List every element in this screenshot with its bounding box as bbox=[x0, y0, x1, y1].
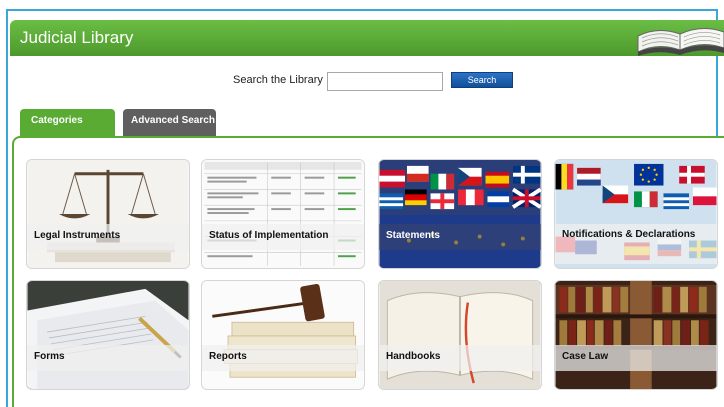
bookshelf-icon bbox=[555, 281, 717, 389]
flags-icon bbox=[379, 160, 541, 268]
category-case-law[interactable]: Case Law bbox=[554, 280, 718, 390]
tab-categories[interactable]: Categories bbox=[20, 109, 115, 137]
search-button[interactable]: Search bbox=[451, 72, 513, 88]
category-label: Handbooks bbox=[379, 345, 541, 371]
search-bar: Search the Library Search bbox=[0, 71, 724, 91]
category-label: Notifications & Declarations bbox=[555, 224, 717, 264]
category-forms[interactable]: Forms bbox=[26, 280, 190, 390]
gavel-books-icon bbox=[202, 281, 364, 389]
page-header: Judicial Library bbox=[10, 20, 724, 56]
category-label: Case Law bbox=[555, 345, 717, 371]
search-label: Search the Library bbox=[233, 74, 323, 86]
table-document-icon bbox=[202, 160, 364, 268]
category-label: Reports bbox=[202, 345, 364, 371]
category-label: Status of Implementation bbox=[202, 224, 364, 250]
category-label: Statements bbox=[379, 224, 541, 250]
category-label: Forms bbox=[27, 345, 189, 371]
search-input[interactable] bbox=[327, 72, 443, 91]
category-reports[interactable]: Reports bbox=[201, 280, 365, 390]
category-legal-instruments[interactable]: Legal Instruments bbox=[26, 159, 190, 269]
book-logo-icon bbox=[637, 28, 724, 56]
category-notifications-declarations[interactable]: Notifications & Declarations bbox=[554, 159, 718, 269]
papers-pen-icon bbox=[27, 281, 189, 389]
scales-icon bbox=[27, 160, 189, 268]
category-handbooks[interactable]: Handbooks bbox=[378, 280, 542, 390]
category-label: Legal Instruments bbox=[27, 224, 189, 250]
category-status-of-implementation[interactable]: Status of Implementation bbox=[201, 159, 365, 269]
page-title: Judicial Library bbox=[20, 28, 134, 47]
tab-advanced-search[interactable]: Advanced Search bbox=[123, 109, 216, 137]
category-statements[interactable]: Statements bbox=[378, 159, 542, 269]
open-book-icon bbox=[379, 281, 541, 389]
